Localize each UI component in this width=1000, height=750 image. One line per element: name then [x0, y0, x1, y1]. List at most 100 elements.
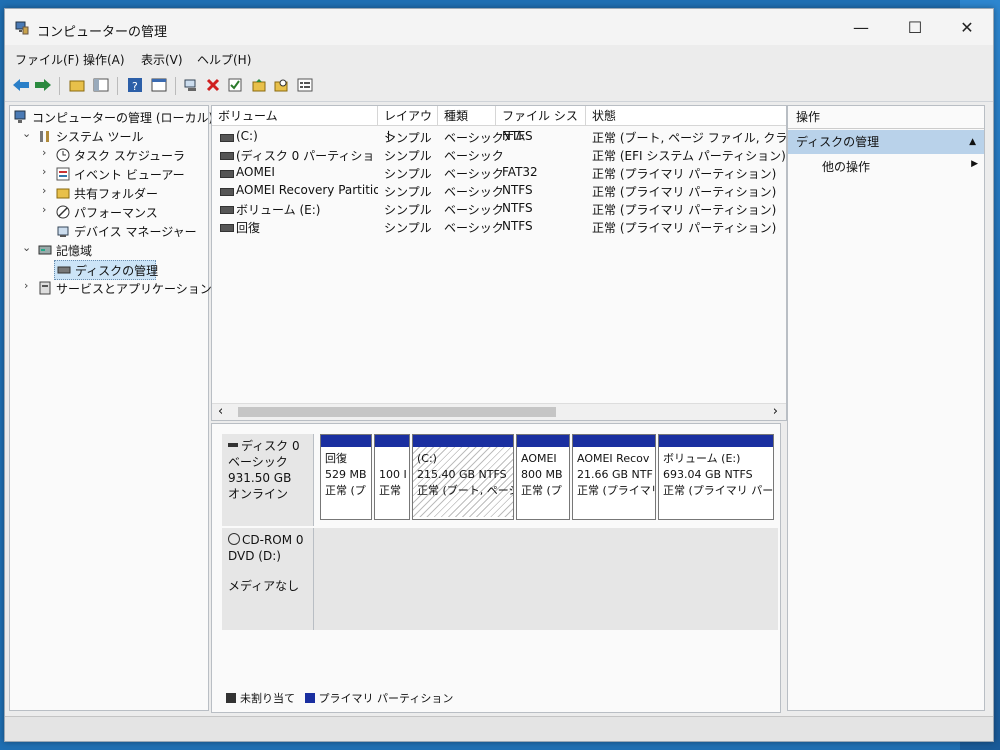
scrollbar-thumb[interactable]: [238, 407, 556, 417]
cell-layout: シンプル: [384, 203, 432, 217]
partition-aomei-recovery[interactable]: AOMEI Recov 21.66 GB NTF 正常 (プライマリ: [572, 434, 656, 520]
scroll-right-icon[interactable]: ›: [773, 404, 778, 419]
legend: 未割り当て プライマリ パーティション: [226, 690, 453, 706]
tree-item-task-scheduler[interactable]: › タスク スケジューラ: [10, 146, 206, 164]
actions-pane: 操作 ディスクの管理 ▲ 他の操作 ▶: [787, 105, 985, 711]
cdrom-0-label[interactable]: CD-ROM 0 DVD (D:) メディアなし: [222, 528, 314, 630]
cdrom-name: CD-ROM 0: [242, 533, 304, 547]
menu-help[interactable]: ヘルプ(H): [197, 51, 251, 68]
delete-icon[interactable]: [203, 75, 223, 95]
tree-item-services-apps[interactable]: › サービスとアプリケーション: [10, 279, 212, 297]
properties-icon[interactable]: [149, 75, 169, 95]
disk-0-label[interactable]: ディスク 0 ベーシック 931.50 GB オンライン: [222, 434, 314, 526]
cell-layout: シンプル: [384, 149, 432, 163]
table-row[interactable]: (C:) シンプル ベーシック NTFS 正常 (ブート, ページ ファイル, …: [212, 128, 786, 146]
table-row[interactable]: AOMEI シンプル ベーシック FAT32 正常 (プライマリ パーティション…: [212, 164, 786, 182]
partition-size: 800 MB: [521, 468, 563, 481]
menu-file[interactable]: ファイル(F): [15, 51, 79, 68]
horizontal-scrollbar[interactable]: ‹ ›: [212, 403, 786, 420]
column-header-layout[interactable]: レイアウト: [378, 106, 438, 143]
volume-icon: [220, 152, 234, 160]
tree-item-performance[interactable]: › パフォーマンス: [10, 203, 206, 221]
tree-item-system-tools[interactable]: ⌄ システム ツール: [10, 127, 206, 145]
tree-item-root[interactable]: コンピューターの管理 (ローカル): [10, 108, 213, 126]
volume-icon: [220, 224, 234, 232]
column-header-volume[interactable]: ボリューム: [212, 106, 378, 126]
chevron-down-icon[interactable]: ⌄: [22, 241, 34, 254]
cell-filesystem: FAT32: [502, 165, 538, 179]
table-row[interactable]: ボリューム (E:) シンプル ベーシック NTFS 正常 (プライマリ パーテ…: [212, 200, 786, 218]
forward-arrow-icon[interactable]: [33, 75, 53, 95]
legend-unallocated: 未割り当て: [240, 692, 295, 705]
table-row[interactable]: (ディスク 0 パーティション 2) シンプル ベーシック 正常 (EFI シス…: [212, 146, 786, 164]
column-header-type[interactable]: 種類: [438, 106, 496, 126]
chevron-right-icon[interactable]: ›: [42, 203, 54, 216]
partition-volume-e[interactable]: ボリューム (E:) 693.04 GB NTFS 正常 (プライマリ パーテ: [658, 434, 774, 520]
disk-status: オンライン: [228, 487, 289, 501]
tree-item-device-manager[interactable]: デバイス マネージャー: [10, 222, 206, 240]
partition-status: 正常 (プライマリ: [577, 484, 656, 497]
partition-bar: [375, 435, 409, 447]
toolbar-separator: [117, 77, 118, 95]
up-folder-icon[interactable]: [67, 75, 87, 95]
actions-section-disk-management[interactable]: ディスクの管理 ▲: [788, 130, 984, 154]
menu-action[interactable]: 操作(A): [83, 51, 125, 68]
minimize-button[interactable]: —: [839, 15, 883, 41]
show-hide-tree-icon[interactable]: [91, 75, 111, 95]
cdrom-area[interactable]: [314, 528, 778, 630]
toolbar-separator: [59, 77, 60, 95]
partition-name: AOMEI Recov: [577, 452, 650, 465]
partition-size: 21.66 GB NTF: [577, 468, 653, 481]
folder-up-icon[interactable]: [249, 75, 269, 95]
device-manager-icon: [57, 226, 69, 237]
volume-icon: [220, 206, 234, 214]
chevron-right-icon[interactable]: ›: [42, 184, 54, 197]
cell-type: ベーシック: [444, 149, 504, 163]
chevron-right-icon[interactable]: ›: [42, 146, 54, 159]
navigation-tree: コンピューターの管理 (ローカル) ⌄ システム ツール › タスク スケジュー…: [9, 105, 213, 711]
partition-name: [379, 451, 405, 467]
menu-bar: ファイル(F) 操作(A) 表示(V) ヘルプ(H): [5, 47, 993, 69]
cell-type: ベーシック: [444, 221, 504, 235]
window-title: コンピューターの管理: [37, 25, 168, 40]
collapse-icon[interactable]: ▲: [969, 130, 976, 154]
connect-icon[interactable]: [181, 75, 201, 95]
chevron-right-icon[interactable]: ›: [42, 165, 54, 178]
tree-item-event-viewer[interactable]: › イベント ビューアー: [10, 165, 206, 183]
cell-type: ベーシック: [444, 185, 504, 199]
partition-c-selected[interactable]: (C:) 215.40 GB NTFS 正常 (ブート, ページ: [412, 434, 514, 520]
back-arrow-icon[interactable]: [11, 75, 31, 95]
chevron-right-icon[interactable]: ›: [24, 279, 36, 292]
tree-item-disk-management[interactable]: ディスクの管理: [54, 260, 158, 280]
search-folder-icon[interactable]: [271, 75, 291, 95]
partition-efi[interactable]: 100 I 正常: [374, 434, 410, 520]
scroll-left-icon[interactable]: ‹: [218, 404, 223, 419]
close-button[interactable]: ✕: [945, 15, 989, 41]
partition-size: 100 I: [379, 468, 407, 481]
more-actions-item[interactable]: 他の操作: [822, 158, 870, 176]
cell-volume: 回復: [236, 221, 261, 235]
partition-status: 正常 (プ: [325, 484, 366, 497]
partition-name: ボリューム (E:): [663, 452, 741, 465]
tree-item-shared-folders[interactable]: › 共有フォルダー: [10, 184, 206, 202]
chevron-down-icon[interactable]: ⌄: [22, 127, 34, 140]
maximize-button[interactable]: ☐: [893, 15, 937, 41]
partition-aomei[interactable]: AOMEI 800 MB 正常 (プ: [516, 434, 570, 520]
toolbar-separator: [175, 77, 176, 95]
help-icon[interactable]: ?: [125, 75, 145, 95]
table-row[interactable]: AOMEI Recovery Partition シンプル ベーシック NTFS…: [212, 182, 786, 200]
chevron-right-icon[interactable]: ▶: [971, 159, 978, 169]
column-header-filesystem[interactable]: ファイル システム: [496, 106, 586, 143]
legend-primary: プライマリ パーティション: [318, 692, 454, 705]
tree-item-storage[interactable]: ⌄ 記憶域: [10, 241, 206, 259]
cell-volume: AOMEI Recovery Partition: [236, 183, 378, 197]
tree-label: パフォーマンス: [74, 206, 158, 220]
tree-label: 記憶域: [56, 244, 93, 258]
column-header-status[interactable]: 状態: [586, 106, 786, 126]
cell-status: 正常 (プライマリ パーティション): [592, 185, 777, 199]
list-view-icon[interactable]: [295, 75, 315, 95]
table-row[interactable]: 回復 シンプル ベーシック NTFS 正常 (プライマリ パーティション): [212, 218, 786, 236]
menu-view[interactable]: 表示(V): [141, 51, 183, 68]
check-icon[interactable]: [225, 75, 245, 95]
partition-recovery[interactable]: 回復 529 MB 正常 (プ: [320, 434, 372, 520]
